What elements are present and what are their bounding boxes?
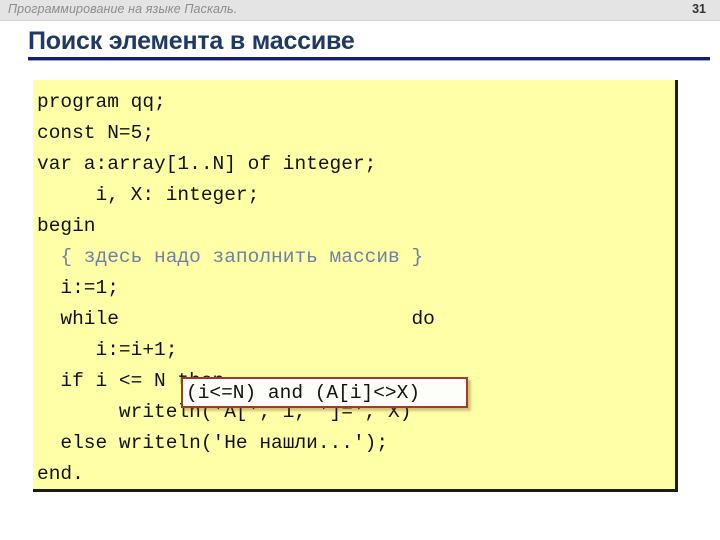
code-line: i:=1; <box>37 277 119 299</box>
code-line: i:=i+1; <box>37 339 178 361</box>
header-subject-label: Программирование на языке Паскаль. <box>8 2 238 16</box>
code-line: while do <box>37 308 435 330</box>
code-line: { здесь надо заполнить массив } <box>37 246 424 268</box>
page-number: 31 <box>692 2 706 16</box>
code-listing: program qq; const N=5; var a:array[1..N] o… <box>37 87 435 490</box>
code-line: end. <box>37 463 84 485</box>
code-line: i, X: integer; <box>37 184 260 206</box>
loop-condition-text: (i<=N) and (A[i]<>X) <box>186 382 421 404</box>
loop-condition-highlight-box: (i<=N) and (A[i]<>X) <box>181 377 468 408</box>
code-line: else writeln('Не нашли...'); <box>37 432 389 454</box>
code-line: var a:array[1..N] of integer; <box>37 153 377 175</box>
code-line: const N=5; <box>37 122 155 144</box>
code-line: program qq; <box>37 91 166 113</box>
title-underline-highlight <box>28 60 710 61</box>
code-block-panel: program qq; const N=5; var a:array[1..N] o… <box>33 80 678 492</box>
page-title: Поиск элемента в массиве <box>28 27 355 55</box>
code-line: begin <box>37 215 96 237</box>
